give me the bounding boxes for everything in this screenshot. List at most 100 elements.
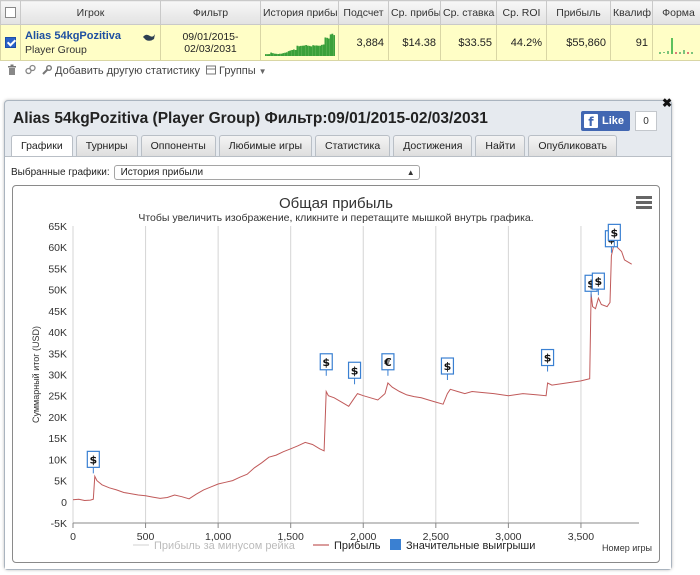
tab-favorite-games[interactable]: Любимые игры <box>218 135 313 156</box>
chart-select-value: История прибыли <box>120 167 204 178</box>
sparkline-bar <box>321 44 323 56</box>
sparkline-bar <box>265 53 267 56</box>
profit-history-sparkline <box>265 33 335 56</box>
y-tick-label: 15K <box>48 433 67 445</box>
header-player[interactable]: Игрок <box>20 0 161 25</box>
chart-select-label: Выбранные графики: <box>11 167 110 178</box>
select-arrow-icon: ▲ <box>406 168 415 177</box>
player-cell: Alias 54kgPozitiva Player Group <box>20 24 161 61</box>
sparkline-bar <box>317 45 320 56</box>
tab-search[interactable]: Найти <box>475 135 526 156</box>
header-profit[interactable]: Прибыль <box>546 0 611 25</box>
trash-icon[interactable] <box>6 64 18 78</box>
header-profit-history[interactable]: История прибы <box>260 0 339 25</box>
legend-raked-label: Прибыль за минусом рейка <box>154 540 296 552</box>
table-row: Alias 54kgPozitiva Player Group 09/01/20… <box>0 24 700 61</box>
player-group-label: Player Group <box>25 43 87 56</box>
select-all-checkbox[interactable] <box>5 7 16 19</box>
sparkline-bar <box>270 52 272 56</box>
profit-history-cell <box>260 24 339 61</box>
sparkline-bar <box>315 44 318 56</box>
wrench-icon <box>42 64 52 78</box>
header-form[interactable]: Форма <box>652 0 700 25</box>
sparkline-bar <box>289 50 292 56</box>
qualif-value: 91 <box>610 24 653 61</box>
big-win-symbol: $ <box>444 360 452 373</box>
profit-chart-svg[interactable]: Общая прибыльЧтобы увеличить изображение… <box>13 186 659 562</box>
x-tick-label: 0 <box>70 531 76 543</box>
sparkline-bar <box>282 52 285 56</box>
x-axis-title: Номер игры <box>602 543 652 553</box>
player-name-link[interactable]: Alias 54kgPozitiva <box>25 30 156 42</box>
chart-menu-icon[interactable] <box>636 196 652 210</box>
tab-charts[interactable]: Графики <box>11 135 73 156</box>
y-tick-label: 20K <box>48 412 67 424</box>
sparkline-bar <box>287 50 290 56</box>
tab-opponents[interactable]: Оппоненты <box>140 135 216 156</box>
y-tick-label: 5K <box>54 476 67 488</box>
header-avg-profit[interactable]: Ср. прибы <box>388 0 441 25</box>
y-axis-title: Суммарный итог (USD) <box>31 326 41 423</box>
y-tick-label: -5K <box>51 518 67 530</box>
row-select-cell[interactable] <box>0 24 21 61</box>
header-filter[interactable]: Фильтр <box>160 0 261 25</box>
big-win-symbol: € <box>383 356 392 369</box>
sparkline-bar <box>331 33 334 56</box>
sparkline-bar <box>324 36 327 56</box>
like-label: Like <box>602 115 625 127</box>
big-win-marker: $ <box>86 450 100 474</box>
profit-chart[interactable]: Общая прибыль Чтобы увеличить изображение… <box>12 185 660 563</box>
chart-select-dropdown[interactable]: История прибыли ▲ <box>113 165 420 180</box>
big-win-marker: $ <box>540 348 555 372</box>
sparkline-bar <box>333 34 335 56</box>
close-icon[interactable]: ✖ <box>661 97 673 109</box>
sparkline-bar <box>294 49 297 56</box>
x-tick-label: 500 <box>137 531 155 543</box>
sparkline-bar <box>280 53 283 56</box>
big-win-symbol: $ <box>595 275 603 288</box>
big-win-marker: $ <box>440 357 455 381</box>
tab-publish[interactable]: Опубликовать <box>528 135 618 156</box>
tab-statistics[interactable]: Статистика <box>315 135 391 156</box>
add-stats-button[interactable]: Добавить другую статистику <box>42 64 200 78</box>
sparkline-bar <box>322 44 325 56</box>
avg-stake-value: $33.55 <box>440 24 497 61</box>
tab-tournaments[interactable]: Турниры <box>75 135 138 156</box>
panel-tabs: Графики Турниры Оппоненты Любимые игры С… <box>11 135 618 156</box>
header-avg-stake[interactable]: Ср. ставка <box>440 0 497 25</box>
form-sparkline <box>659 37 693 54</box>
row-checkbox[interactable] <box>5 37 16 49</box>
chart-select-row: Выбранные графики: История прибыли ▲ <box>11 165 420 180</box>
y-tick-label: 60K <box>48 242 67 254</box>
big-win-symbol: $ <box>322 356 330 369</box>
big-win-symbol: $ <box>351 364 359 377</box>
sparkline-bar <box>300 45 302 56</box>
sparkline-bar <box>279 53 281 56</box>
sparkline-bar <box>319 45 321 56</box>
sparkline-bar <box>298 45 300 56</box>
sparkline-bar <box>286 51 288 56</box>
y-tick-label: 50K <box>48 285 67 297</box>
y-tick-label: 0 <box>61 497 67 509</box>
x-tick-label: 3,500 <box>568 531 594 543</box>
link-icon[interactable] <box>24 64 36 78</box>
count-value: 3,884 <box>338 24 389 61</box>
sparkline-bar <box>326 37 328 56</box>
sparkline-bar <box>308 45 311 56</box>
header-count[interactable]: Подсчет <box>338 0 389 25</box>
avg-profit-value: $14.38 <box>388 24 441 61</box>
header-qualif[interactable]: Квалиф <box>610 0 653 25</box>
big-win-symbol: $ <box>611 226 619 239</box>
panel-title: Alias 54kgPozitiva (Player Group) Фильтр… <box>13 110 488 127</box>
header-avg-roi[interactable]: Ср. ROI <box>496 0 547 25</box>
sparkline-bar <box>277 53 279 56</box>
big-win-marker: $ <box>319 353 333 376</box>
sparkline-bar <box>296 45 299 56</box>
tab-achievements[interactable]: Достижения <box>393 135 473 156</box>
groups-dropdown[interactable]: Группы ▼ <box>206 65 267 78</box>
header-select-all[interactable] <box>0 0 21 25</box>
facebook-like-button[interactable]: f Like <box>581 111 631 131</box>
legend-big-wins-label: Значительные выигрыши <box>406 540 535 552</box>
big-win-symbol: $ <box>544 352 552 365</box>
y-tick-label: 10K <box>48 454 67 466</box>
